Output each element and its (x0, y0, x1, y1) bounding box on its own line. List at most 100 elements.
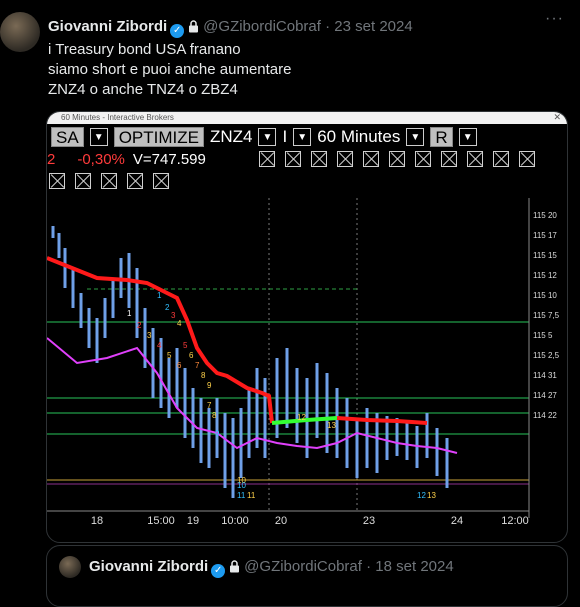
count-marker: 13 (427, 491, 436, 500)
chart-image[interactable]: 60 Minutes - Interactive Brokers ✕ SA ▼ … (46, 111, 568, 543)
time-tick-label: 18 (91, 515, 103, 527)
change-value: -0,30% (77, 150, 125, 168)
count-marker: 4 (157, 341, 162, 350)
avatar[interactable] (0, 12, 40, 52)
interval-value: 60 Minutes (317, 127, 401, 146)
count-marker: 6 (177, 361, 182, 370)
count-marker: 4 (177, 319, 182, 328)
symbol-dropdown-icon[interactable]: ▼ (258, 128, 277, 146)
toggle-box-icon[interactable] (285, 151, 301, 167)
count-marker: 7 (195, 361, 200, 370)
quoted-tweet[interactable]: Giovanni Zibordi ✓ @GZibordiCobraf · 18 se… (46, 545, 568, 607)
quoted-tweet-date[interactable]: 18 set 2024 (375, 558, 453, 575)
lock-icon (189, 20, 199, 33)
sa-button[interactable]: SA (51, 127, 84, 147)
toggle-box-icon[interactable] (519, 151, 535, 167)
toggle-box-icon[interactable] (101, 173, 117, 189)
verified-badge-icon: ✓ (211, 564, 226, 578)
time-tick-label: 20 (275, 515, 287, 527)
price-tick-label: 115 15 (533, 251, 557, 260)
r-dropdown-icon[interactable]: ▼ (458, 128, 477, 146)
time-tick-label: 12:00 (501, 515, 529, 527)
count-marker: 1 (127, 309, 132, 318)
price-chart[interactable]: 123456789101112131234567891011 12 13 18 15:… (47, 198, 567, 530)
time-tick-label: 15:00 (147, 515, 175, 527)
symbol-label: ZNZ4 (209, 127, 253, 146)
toggle-box-icon[interactable] (75, 173, 91, 189)
tweet-line: ZNZ4 o anche TNZ4 o ZBZ4 (48, 81, 238, 98)
more-options-icon[interactable]: ··· (545, 10, 564, 28)
price-tick-label: 115 10 (533, 291, 557, 300)
type-dropdown-icon[interactable]: ▼ (293, 128, 312, 146)
time-tick-label: 24 (451, 515, 463, 527)
toggle-box-icon[interactable] (389, 151, 405, 167)
price-tick-label: 115 20 (533, 211, 557, 220)
price-tick-label: 115 12 (533, 271, 557, 280)
author-handle[interactable]: @GZibordiCobraf (203, 18, 321, 35)
chart-grid (47, 198, 567, 530)
position-value: 2 (47, 150, 56, 168)
count-marker: 11 (247, 491, 256, 500)
toggle-box-icon[interactable] (337, 151, 353, 167)
sa-dropdown-icon[interactable]: ▼ (89, 128, 108, 146)
toggle-box-icon[interactable] (127, 173, 143, 189)
quoted-header: Giovanni Zibordi ✓ @GZibordiCobraf · 18 se… (89, 558, 454, 578)
count-marker: 13 (327, 421, 336, 430)
tweet-line: i Treasury bond USA franano (48, 41, 241, 58)
count-marker: 8 (201, 371, 206, 380)
count-marker: 7 (207, 401, 212, 410)
quoted-author-handle[interactable]: @GZibordiCobraf (244, 558, 362, 575)
optimize-button[interactable]: OPTIMIZE (113, 127, 204, 147)
count-marker: 10 (237, 481, 246, 490)
toggle-box-icon[interactable] (153, 173, 169, 189)
count-marker: 3 (147, 331, 152, 340)
price-tick-label: 114 27 (533, 391, 557, 400)
toggle-box-icon[interactable] (441, 151, 457, 167)
count-marker: 12 (297, 413, 306, 422)
chart-toolbar: SA ▼ OPTIMIZE ZNZ4 ▼ I ▼ 60 Minutes ▼ R … (47, 126, 477, 148)
toggle-box-icon[interactable] (259, 151, 275, 167)
toggle-box-icon[interactable] (49, 173, 65, 189)
price-tick-label: 115 2,5 (533, 351, 560, 360)
tweet-line: siamo short e puoi anche aumentare (48, 61, 292, 78)
info-row: 2 -0,30% V=747.599 (47, 149, 206, 169)
separator-dot: · (320, 18, 335, 35)
toggle-box-icon[interactable] (363, 151, 379, 167)
author-name[interactable]: Giovanni Zibordi (48, 18, 167, 35)
count-marker: 8 (212, 411, 217, 420)
interval-dropdown-icon[interactable]: ▼ (406, 128, 425, 146)
price-tick-label: 115 17 (533, 231, 557, 240)
count-marker: 12 (417, 491, 426, 500)
quoted-author-name[interactable]: Giovanni Zibordi (89, 558, 208, 575)
count-marker: 9 (215, 429, 220, 438)
tweet-header: Giovanni Zibordi ✓ @GZibordiCobraf · 23 se… (48, 18, 413, 38)
separator-dot: · (361, 558, 376, 575)
count-marker: 11 (237, 491, 246, 500)
window-close-icon: ✕ (553, 112, 561, 122)
toggle-box-icon[interactable] (415, 151, 431, 167)
toggle-box-icon[interactable] (311, 151, 327, 167)
verified-badge-icon: ✓ (170, 24, 185, 38)
count-marker: 5 (183, 341, 188, 350)
count-marker: 9 (207, 381, 212, 390)
type-value: I (282, 127, 288, 146)
lock-icon (230, 560, 240, 573)
price-tick-label: 115 5 (533, 331, 553, 340)
time-tick-label: 23 (363, 515, 375, 527)
count-marker: 1 (157, 291, 162, 300)
count-marker: 5 (167, 351, 172, 360)
count-marker: 2 (165, 303, 170, 312)
toggle-box-icon[interactable] (493, 151, 509, 167)
price-tick-label: 114 22 (533, 411, 557, 420)
tweet-text: i Treasury bond USA franano siamo short … (48, 40, 291, 100)
r-button[interactable]: R (430, 127, 453, 147)
tweet-date[interactable]: 23 set 2024 (334, 18, 412, 35)
time-tick-label: 19 (187, 515, 199, 527)
count-marker: 6 (189, 351, 194, 360)
quoted-avatar[interactable] (59, 556, 81, 578)
count-marker: 3 (171, 311, 176, 320)
indicator-toggle-row-2 (49, 173, 169, 189)
window-title: 60 Minutes - Interactive Brokers (47, 112, 567, 124)
indicator-toggle-row (259, 151, 535, 167)
toggle-box-icon[interactable] (467, 151, 483, 167)
